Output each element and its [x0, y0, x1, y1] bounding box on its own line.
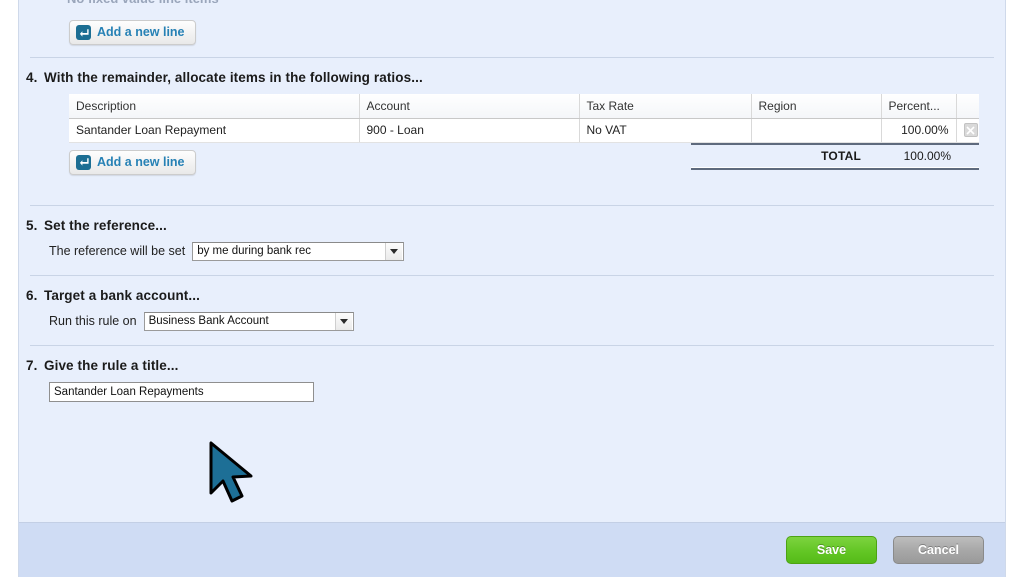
return-arrow-icon: [76, 25, 91, 40]
reference-select-value: by me during bank rec: [197, 245, 311, 257]
section6-title: Target a bank account...: [44, 287, 200, 303]
section3-actions: Add a new line: [19, 0, 1005, 57]
total-value: 100.00%: [903, 148, 951, 163]
add-new-line-button-ratios[interactable]: Add a new line: [69, 149, 196, 175]
bank-account-select[interactable]: Business Bank Account: [143, 311, 354, 331]
total-label: TOTAL: [821, 148, 861, 163]
reference-field-row: The reference will be set by me during b…: [19, 241, 1005, 275]
section5-heading: 5. Set the reference...: [19, 206, 1005, 242]
totals-row: TOTAL 100.00%: [691, 145, 979, 167]
column-header-actions: [956, 94, 979, 119]
ratios-table-wrapper: Description Account Tax Rate Region Perc…: [69, 94, 979, 143]
column-header-description: Description: [69, 94, 360, 119]
add-new-line-button-fixed[interactable]: Add a new line: [69, 20, 196, 45]
table-row[interactable]: Santander Loan Repayment 900 - Loan No V…: [69, 118, 979, 143]
reference-field-label: The reference will be set: [49, 244, 186, 258]
column-header-region: Region: [751, 94, 882, 119]
cell-account[interactable]: 900 - Loan: [359, 118, 580, 143]
section-allocate-ratios: 4. With the remainder, allocate items in …: [19, 58, 1005, 205]
cell-delete: [956, 118, 979, 143]
cell-description[interactable]: Santander Loan Repayment: [69, 118, 360, 143]
dialog-body: No fixed value line items Add a new line…: [19, 0, 1005, 522]
dialog-footer: Save Cancel: [19, 522, 1005, 577]
bank-account-field-row: Run this rule on Business Bank Account: [19, 311, 1005, 345]
delete-x-icon[interactable]: [963, 123, 978, 137]
section-rule-title: 7. Give the rule a title...: [19, 346, 1005, 402]
totals-bottom-rule: [691, 166, 979, 170]
return-arrow-icon: [76, 154, 91, 170]
column-header-tax-rate: Tax Rate: [579, 94, 752, 119]
ratios-table: Description Account Tax Rate Region Perc…: [69, 94, 979, 143]
reference-select[interactable]: by me during bank rec: [192, 241, 405, 261]
chevron-down-icon[interactable]: [334, 312, 352, 330]
cell-tax-rate[interactable]: No VAT: [579, 118, 752, 143]
cell-percent[interactable]: 100.00%: [881, 118, 957, 143]
section4-number: 4.: [26, 70, 38, 85]
table-header-row: Description Account Tax Rate Region Perc…: [69, 94, 979, 119]
section5-number: 5.: [26, 217, 38, 233]
fixed-value-line-items-label: No fixed value line items: [67, 0, 219, 6]
column-header-account: Account: [359, 94, 580, 119]
section6-heading: 6. Target a bank account...: [19, 276, 1005, 312]
bank-account-select-value: Business Bank Account: [148, 315, 269, 327]
section6-number: 6.: [26, 287, 38, 303]
totals-block: TOTAL 100.00%: [691, 142, 979, 170]
column-header-percent: Percent...: [881, 94, 957, 119]
add-new-line-label: Add a new line: [97, 154, 185, 169]
section4-title: With the remainder, allocate items in th…: [44, 70, 423, 85]
section-set-reference: 5. Set the reference... The reference wil…: [19, 206, 1005, 275]
section7-heading: 7. Give the rule a title...: [19, 346, 1005, 382]
save-button[interactable]: Save: [786, 536, 877, 564]
add-new-line-label: Add a new line: [97, 25, 185, 40]
bank-account-field-label: Run this rule on: [49, 314, 137, 328]
section7-title: Give the rule a title...: [44, 357, 179, 373]
app-screen: No fixed value line items Add a new line…: [0, 0, 1024, 577]
cell-region[interactable]: [751, 118, 882, 143]
section7-number: 7.: [26, 357, 38, 373]
cancel-button[interactable]: Cancel: [893, 536, 984, 564]
chevron-down-icon[interactable]: [385, 242, 403, 260]
bank-rule-dialog: No fixed value line items Add a new line…: [18, 0, 1006, 577]
section4-heading: 4. With the remainder, allocate items in …: [19, 58, 1005, 94]
section5-title: Set the reference...: [44, 217, 167, 233]
section-target-bank-account: 6. Target a bank account... Run this rule…: [19, 276, 1005, 345]
rule-title-input[interactable]: [49, 381, 314, 402]
